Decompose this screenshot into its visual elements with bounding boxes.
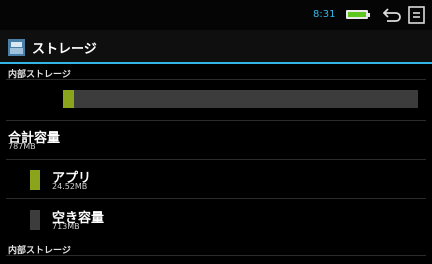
apps-color-swatch	[30, 170, 40, 190]
total-capacity-value: 787MB	[8, 142, 36, 151]
battery-level	[348, 12, 366, 17]
page-title: ストレージ	[32, 42, 97, 57]
usage-bar-apps-segment	[63, 90, 74, 108]
divider	[6, 159, 426, 160]
storage-usage-bar	[63, 90, 418, 108]
action-bar: ストレージ	[0, 30, 432, 64]
back-icon[interactable]	[381, 4, 403, 26]
divider	[6, 120, 426, 121]
divider	[6, 255, 426, 256]
status-time: 8:31	[313, 9, 336, 20]
free-space-color-swatch	[30, 210, 40, 230]
status-bar: 8:31	[0, 0, 432, 30]
battery-charging-icon	[346, 10, 368, 19]
free-space-size: 713MB	[52, 222, 80, 231]
divider	[6, 198, 426, 199]
apps-size: 24.52MB	[52, 182, 88, 191]
battery-tip	[368, 13, 370, 17]
divider	[6, 79, 426, 80]
storage-icon[interactable]	[8, 39, 25, 56]
menu-icon[interactable]	[406, 4, 428, 26]
